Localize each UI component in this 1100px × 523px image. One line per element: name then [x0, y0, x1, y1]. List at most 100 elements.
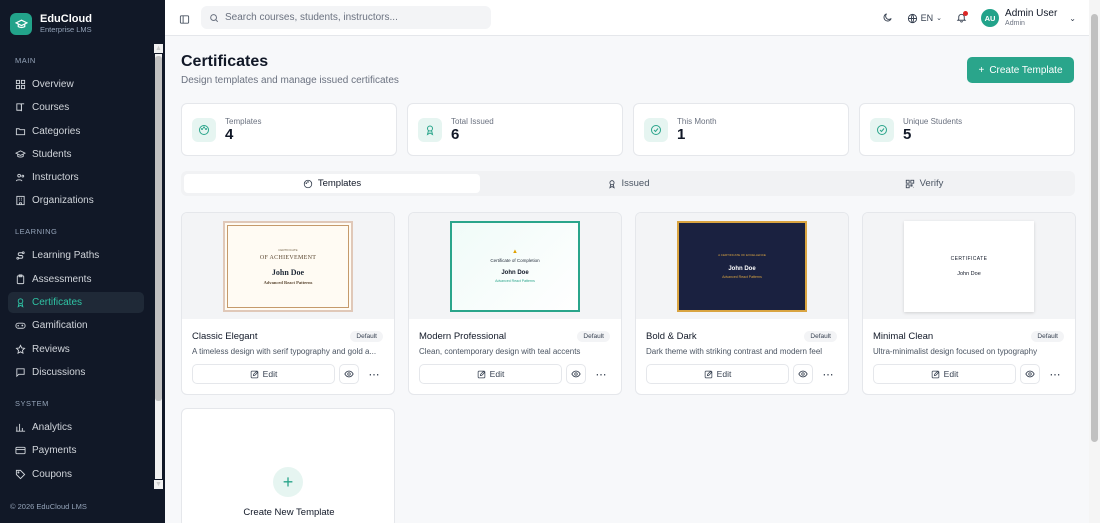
bell-icon[interactable] [956, 10, 969, 25]
certificate-preview[interactable]: ▲ Certificate of Completion John Doe Adv… [409, 213, 621, 319]
search-icon [210, 13, 219, 22]
user-name: Admin User [1005, 8, 1058, 19]
template-description: A timeless design with serif typography … [192, 347, 377, 356]
sidebar-item-assessments[interactable]: Assessments [8, 269, 144, 290]
graduation-cap-icon [15, 150, 26, 158]
edit-icon [931, 370, 939, 378]
default-badge: Default [1031, 331, 1064, 342]
sidebar-item-certificates[interactable]: Certificates [8, 292, 144, 314]
edit-button[interactable]: Edit [192, 364, 335, 384]
tab-label: Templates [317, 178, 362, 189]
language-selector[interactable]: EN ⌄ [907, 13, 942, 24]
default-badge: Default [804, 331, 837, 342]
more-options-icon[interactable]: ⋯ [591, 364, 611, 384]
certificate-preview[interactable]: A CERTIFICATE OF EXCELLENCE John Doe Adv… [636, 213, 848, 319]
page-title: Certificates [181, 53, 269, 70]
sidebar-item-gamification[interactable]: Gamification [8, 315, 144, 336]
create-new-template-label: Create New Template [243, 507, 335, 518]
certificate-preview[interactable]: CERTIFICATE John Doe [863, 213, 1075, 319]
more-options-icon[interactable]: ⋯ [364, 364, 384, 384]
brand-name: EduCloud [40, 13, 92, 25]
cert-title: CERTIFICATE [950, 255, 988, 262]
more-options-icon[interactable]: ⋯ [1045, 364, 1065, 384]
sidebar-item-courses[interactable]: Courses [8, 97, 144, 118]
page-scrollbar[interactable] [1089, 0, 1100, 523]
preview-button[interactable] [1020, 364, 1040, 384]
search-placeholder: Search courses, students, instructors... [225, 12, 398, 23]
edit-button[interactable]: Edit [419, 364, 562, 384]
stats-row: Templates 4 Total Issued 6 This Month 1 Uni… [181, 103, 1075, 156]
palette-icon [303, 179, 313, 188]
gamepad-icon [15, 323, 26, 330]
tab-issued[interactable]: Issued [480, 174, 776, 193]
sidebar-item-label: Organizations [32, 195, 94, 207]
star-icon [15, 343, 26, 354]
template-name: Bold & Dark [646, 331, 697, 342]
tab-verify[interactable]: Verify [776, 174, 1072, 193]
create-template-label: Create Template [989, 64, 1063, 76]
more-options-icon[interactable]: ⋯ [818, 364, 838, 384]
sidebar-toggle-icon[interactable] [179, 12, 190, 30]
create-new-template-card[interactable]: + Create New Template [181, 408, 395, 523]
sidebar-section-main: MAIN [15, 56, 36, 65]
brand[interactable]: EduCloud Enterprise LMS [0, 0, 165, 38]
cert-recipient: John Doe [501, 270, 529, 276]
scroll-down-icon[interactable]: ▼ [154, 480, 163, 489]
sidebar-item-instructors[interactable]: Instructors [8, 167, 144, 188]
graduation-cap-logo-icon [10, 13, 32, 35]
template-card[interactable]: A CERTIFICATE OF EXCELLENCE John Doe Adv… [635, 212, 849, 395]
user-menu[interactable]: AU Admin User Admin ⌄ [981, 8, 1076, 28]
cert-recipient: John Doe [271, 267, 305, 277]
stat-card-unique-students: Unique Students 5 [859, 103, 1075, 156]
edit-label: Edit [262, 369, 278, 379]
sidebar: EduCloud Enterprise LMS MAIN Overview Cour… [0, 0, 165, 523]
stat-value: 5 [903, 125, 912, 143]
template-card[interactable]: CERTIFICATE John Doe Minimal Clean Defau… [862, 212, 1076, 395]
sidebar-item-organizations[interactable]: Organizations [8, 190, 144, 211]
tab-templates[interactable]: Templates [184, 174, 480, 193]
topbar-actions: EN ⌄ AU Admin User Admin ⌄ [882, 0, 1076, 36]
users-icon [15, 174, 25, 182]
sidebar-item-reviews[interactable]: Reviews [8, 339, 144, 360]
preview-button[interactable] [793, 364, 813, 384]
tab-label: Issued [621, 178, 650, 189]
template-name: Minimal Clean [873, 331, 934, 342]
sidebar-item-label: Assessments [32, 273, 92, 285]
tab-bar: Templates Issued Verify [181, 171, 1075, 196]
sidebar-scrollbar[interactable]: ▲ ▼ [153, 44, 163, 490]
sidebar-item-coupons[interactable]: Coupons [8, 464, 144, 485]
edit-icon [477, 370, 485, 378]
preview-button[interactable] [339, 364, 359, 384]
sidebar-item-learning-paths[interactable]: Learning Paths [8, 245, 144, 266]
stat-value: 4 [225, 125, 234, 143]
default-badge: Default [577, 331, 610, 342]
scroll-up-icon[interactable]: ▲ [154, 44, 163, 53]
sidebar-item-analytics[interactable]: Analytics [8, 417, 144, 438]
cert-course: Advanced React Patterns [263, 279, 313, 285]
cert-top: CERTIFICATE [278, 247, 298, 252]
sidebar-item-discussions[interactable]: Discussions [8, 362, 144, 383]
sidebar-item-categories[interactable]: Categories [8, 121, 144, 142]
page-scrollbar-thumb[interactable] [1091, 14, 1098, 442]
avatar: AU [981, 9, 1000, 27]
sidebar-item-overview[interactable]: Overview [8, 74, 144, 95]
template-card[interactable]: ▲ Certificate of Completion John Doe Adv… [408, 212, 622, 395]
clipboard-icon [16, 274, 25, 284]
preview-button[interactable] [566, 364, 586, 384]
cert-title: A CERTIFICATE OF EXCELLENCE [718, 253, 766, 257]
search-input[interactable]: Search courses, students, instructors... [201, 6, 491, 29]
check-circle-icon [644, 117, 668, 142]
template-card[interactable]: CERTIFICATE OF ACHIEVEMENT John Doe Adva… [181, 212, 395, 395]
create-template-button[interactable]: + Create Template [967, 57, 1074, 83]
globe-icon [907, 13, 917, 23]
moon-icon[interactable] [882, 12, 893, 25]
sidebar-item-students[interactable]: Students [8, 144, 144, 165]
edit-button[interactable]: Edit [646, 364, 789, 384]
sidebar-item-payments[interactable]: Payments [8, 440, 144, 461]
scrollbar-thumb[interactable] [155, 56, 162, 401]
edit-icon [704, 370, 712, 378]
check-circle-icon [870, 117, 894, 142]
sidebar-section-system: SYSTEM [15, 398, 49, 408]
edit-button[interactable]: Edit [873, 364, 1016, 384]
certificate-preview[interactable]: CERTIFICATE OF ACHIEVEMENT John Doe Adva… [182, 213, 394, 319]
